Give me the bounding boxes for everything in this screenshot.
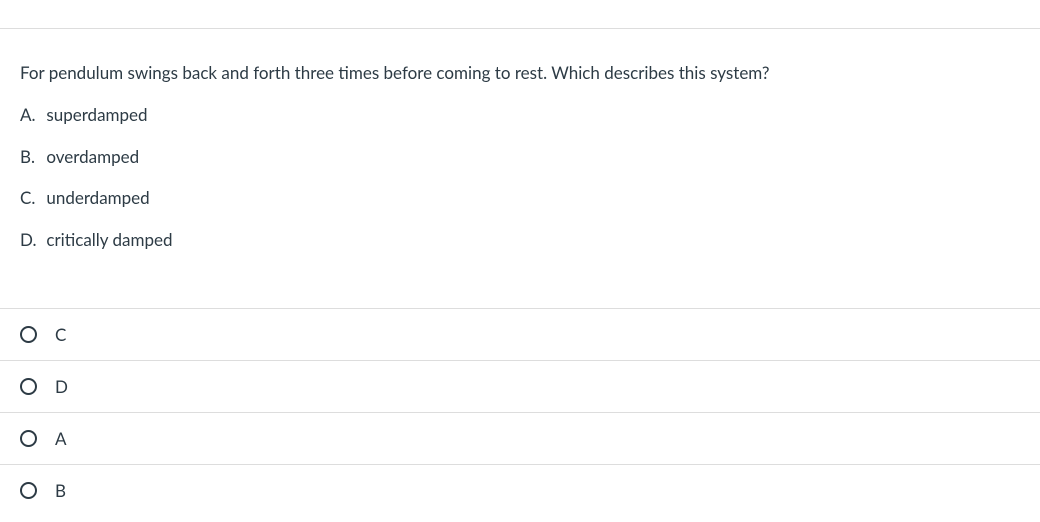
- radio-option[interactable]: [20, 378, 37, 395]
- choice-letter: C.: [20, 186, 42, 210]
- choice-definition: C. underdamped: [20, 186, 1020, 210]
- question-block: For pendulum swings back and forth three…: [0, 29, 1040, 280]
- answer-label[interactable]: A: [55, 428, 67, 449]
- answer-row[interactable]: B: [0, 464, 1040, 516]
- radio-option[interactable]: [20, 326, 37, 343]
- choice-definitions: A. superdamped B. overdamped C. underdam…: [20, 103, 1020, 252]
- answer-row[interactable]: D: [0, 360, 1040, 412]
- radio-option[interactable]: [20, 430, 37, 447]
- choice-text: underdamped: [46, 187, 149, 208]
- choice-text: superdamped: [46, 104, 147, 125]
- question-text: For pendulum swings back and forth three…: [20, 61, 1020, 85]
- choice-letter: B.: [20, 145, 42, 169]
- choice-definition: A. superdamped: [20, 103, 1020, 127]
- choice-text: critically damped: [46, 229, 172, 250]
- radio-option[interactable]: [20, 482, 37, 499]
- answer-label[interactable]: B: [55, 480, 66, 501]
- choice-letter: D.: [20, 228, 42, 252]
- choice-definition: B. overdamped: [20, 145, 1020, 169]
- choice-text: overdamped: [46, 146, 139, 167]
- answer-label[interactable]: C: [55, 324, 66, 345]
- answer-row[interactable]: A: [0, 412, 1040, 464]
- choice-letter: A.: [20, 103, 42, 127]
- answer-row[interactable]: C: [0, 308, 1040, 360]
- answers-list: C D A B: [0, 308, 1040, 516]
- choice-definition: D. critically damped: [20, 228, 1020, 252]
- answer-label[interactable]: D: [55, 376, 68, 397]
